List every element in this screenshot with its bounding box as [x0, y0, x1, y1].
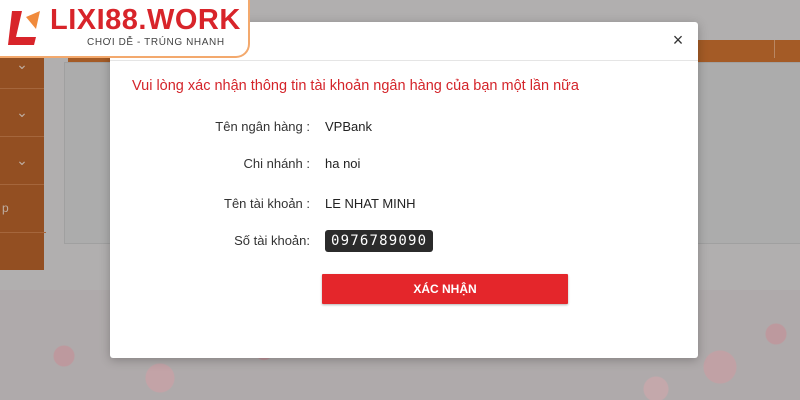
account-name-value: LE NHAT MINH [325, 196, 416, 211]
branch-label: Chi nhánh : [243, 156, 311, 171]
confirm-button[interactable]: XÁC NHẬN [322, 274, 568, 304]
account-number-row: Số tài khoản: 0976789090 [110, 230, 698, 252]
bank-name-label: Tên ngân hàng : [215, 119, 310, 134]
close-icon[interactable]: × [668, 30, 688, 50]
logo-mark-icon [8, 11, 40, 45]
modal-title: Vui lòng xác nhận thông tin tài khoản ng… [132, 78, 579, 94]
account-name-label: Tên tài khoản : [224, 196, 310, 211]
branch-row: Chi nhánh : ha noi [110, 153, 698, 175]
bank-confirmation-modal: × Vui lòng xác nhận thông tin tài khoản … [110, 22, 698, 358]
logo-slogan: CHƠI DỄ - TRÚNG NHANH [87, 37, 225, 48]
account-number-value: 0976789090 [325, 230, 434, 252]
bank-name-value: VPBank [325, 119, 372, 134]
account-name-row: Tên tài khoản : LE NHAT MINH [110, 193, 698, 215]
modal-header-divider [110, 60, 698, 61]
site-logo[interactable]: LIXI88.WORK CHƠI DỄ - TRÚNG NHANH [0, 0, 250, 58]
logo-brand-text: LIXI88.WORK [50, 4, 241, 36]
branch-value: ha noi [325, 156, 361, 171]
bank-name-row: Tên ngân hàng : VPBank [110, 116, 698, 138]
account-number-label: Số tài khoản: [234, 233, 310, 248]
